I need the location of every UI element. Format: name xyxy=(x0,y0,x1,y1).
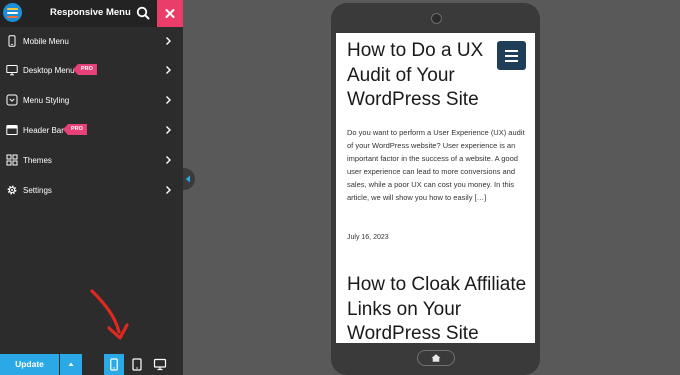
settings-icon xyxy=(7,185,17,195)
responsive-menu-logo xyxy=(3,3,22,22)
sidebar-header: Responsive Menu xyxy=(0,0,183,27)
caret-left-icon xyxy=(185,175,190,183)
close-button[interactable] xyxy=(157,0,183,27)
search-icon xyxy=(136,6,150,20)
sidebar-footer: Update xyxy=(0,354,183,375)
post-date: July 16, 2023 xyxy=(347,234,389,241)
search-button[interactable] xyxy=(131,0,155,27)
menu-styling-icon xyxy=(6,94,18,106)
preview-desktop-button[interactable] xyxy=(150,354,170,375)
sidebar-item-settings[interactable]: Settings xyxy=(0,176,183,206)
home-icon xyxy=(431,354,441,362)
themes-icon xyxy=(6,154,18,166)
mobile-icon xyxy=(110,358,118,371)
update-options-button[interactable] xyxy=(60,354,82,375)
chevron-right-icon xyxy=(166,66,171,74)
sidebar-item-label: Settings xyxy=(23,186,52,195)
annotation-arrow-icon xyxy=(90,289,129,340)
mobile-preview-frame: How to Do a UX Audit of Your WordPress S… xyxy=(331,3,540,375)
sidebar-item-label: Mobile Menu xyxy=(23,37,69,46)
chevron-right-icon xyxy=(166,37,171,45)
preview-mobile-button[interactable] xyxy=(104,354,124,375)
sidebar-item-label: Header Bar xyxy=(23,126,64,135)
customizer-sidebar: Responsive Menu Mobile Menu Desktop Menu… xyxy=(0,0,183,375)
camera-dot xyxy=(431,13,442,24)
preview-screen: How to Do a UX Audit of Your WordPress S… xyxy=(336,33,535,343)
pro-badge: PRO xyxy=(73,64,97,75)
mobile-icon xyxy=(8,35,16,47)
sidebar-item-mobile-menu[interactable]: Mobile Menu xyxy=(0,27,183,57)
home-button[interactable] xyxy=(417,350,455,366)
sidebar-item-label: Menu Styling xyxy=(23,96,70,105)
sidebar-title: Responsive Menu xyxy=(50,7,131,18)
chevron-right-icon xyxy=(166,126,171,134)
chevron-right-icon xyxy=(166,186,171,194)
sidebar-item-label: Themes xyxy=(23,156,52,165)
chevron-right-icon xyxy=(166,96,171,104)
chevron-right-icon xyxy=(166,156,171,164)
preview-tablet-button[interactable] xyxy=(127,354,147,375)
close-icon xyxy=(165,9,175,18)
sidebar-item-themes[interactable]: Themes xyxy=(0,146,183,176)
tablet-icon xyxy=(132,358,142,371)
post-title[interactable]: How to Cloak Affiliate Links on Your Wor… xyxy=(347,273,527,343)
sidebar-item-header-bar[interactable]: Header Bar PRO xyxy=(0,116,183,146)
post-title[interactable]: How to Do a UX Audit of Your WordPress S… xyxy=(347,39,527,113)
desktop-icon xyxy=(153,358,167,371)
sidebar-item-menu-styling[interactable]: Menu Styling xyxy=(0,86,183,116)
pro-badge: PRO xyxy=(63,124,87,135)
header-bar-icon xyxy=(6,125,18,135)
sidebar-collapse-toggle[interactable] xyxy=(183,168,195,190)
update-button[interactable]: Update xyxy=(0,354,59,375)
post-excerpt: Do you want to perform a User Experience… xyxy=(347,128,525,202)
sidebar-item-label: Desktop Menu xyxy=(23,66,75,75)
caret-up-icon xyxy=(68,362,74,366)
sidebar-item-desktop-menu[interactable]: Desktop Menu PRO xyxy=(0,56,183,86)
desktop-icon xyxy=(6,65,18,76)
